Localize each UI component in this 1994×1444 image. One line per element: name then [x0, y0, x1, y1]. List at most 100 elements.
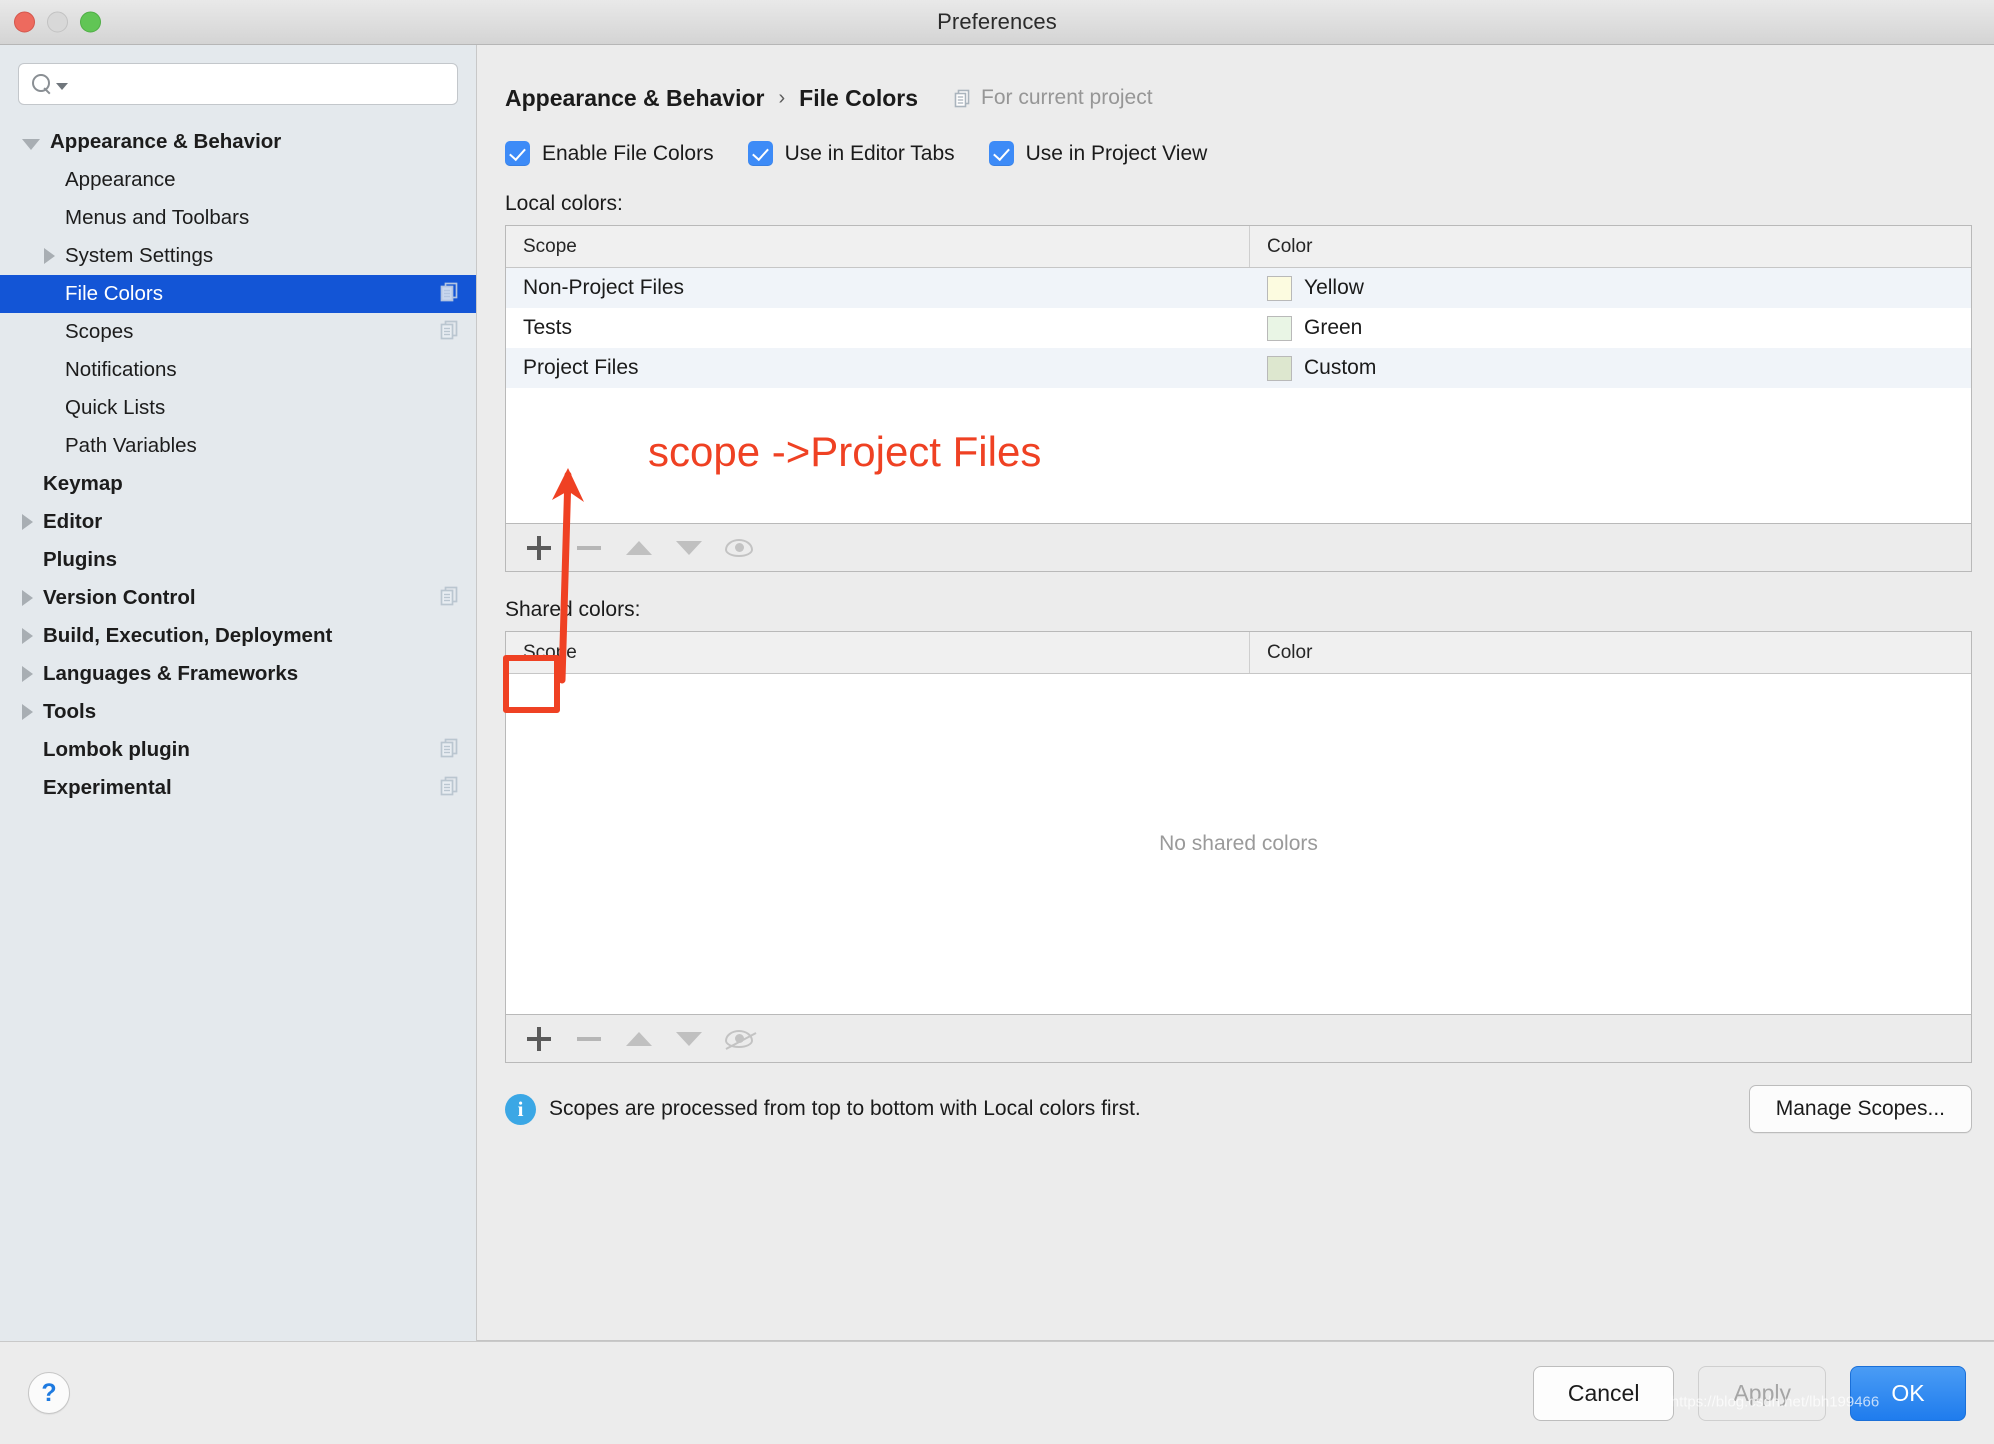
shared-column-header-color[interactable]: Color	[1250, 632, 1971, 673]
sidebar-item-lombok-plugin[interactable]: Lombok plugin	[0, 731, 476, 769]
sidebar-item-quick-lists[interactable]: Quick Lists	[0, 389, 476, 427]
copy-settings-button[interactable]	[438, 281, 460, 308]
chevron-right-icon[interactable]	[22, 666, 33, 682]
add-shared-color-button[interactable]	[514, 1016, 564, 1062]
add-icon	[527, 535, 551, 560]
copy-settings-button[interactable]	[438, 775, 460, 802]
remove-icon	[577, 1036, 601, 1041]
sidebar-item-system-settings[interactable]: System Settings	[0, 237, 476, 275]
checkbox-label: Use in Project View	[1025, 141, 1208, 165]
table-row[interactable]: Non-Project Files Yellow	[506, 268, 1971, 308]
cell-scope: Non-Project Files	[523, 276, 685, 299]
sidebar-item-label: Plugins	[43, 548, 118, 571]
local-colors-table: Scope Color Non-Project Files Yellow Tests…	[505, 225, 1972, 524]
copy-settings-button[interactable]	[438, 737, 460, 764]
chevron-right-icon[interactable]	[44, 248, 55, 264]
breadcrumb-parent[interactable]: Appearance & Behavior	[505, 85, 764, 112]
move-up-icon	[626, 540, 652, 555]
sidebar-item-label: System Settings	[65, 244, 214, 267]
search-box[interactable]	[18, 63, 458, 105]
copy-settings-icon	[440, 586, 458, 605]
sidebar-item-label: Build, Execution, Deployment	[43, 624, 333, 647]
sidebar-item-tools[interactable]: Tools	[0, 693, 476, 731]
file-colors-options: Enable File Colors Use in Editor Tabs Use …	[505, 141, 1972, 166]
minimize-window-button[interactable]	[47, 11, 68, 33]
copy-settings-button[interactable]	[438, 585, 460, 612]
cell-color: Yellow	[1250, 275, 1971, 301]
checkbox-use-in-editor-tabs[interactable]: Use in Editor Tabs	[747, 141, 955, 166]
sidebar-item-menus-and-toolbars[interactable]: Menus and Toolbars	[0, 199, 476, 237]
color-swatch	[1267, 275, 1292, 301]
chevron-down-icon[interactable]	[22, 138, 40, 150]
remove-local-color-button[interactable]	[564, 525, 614, 571]
table-row[interactable]: Project Files Custom	[506, 348, 1971, 388]
close-window-button[interactable]	[14, 11, 35, 33]
annotation-note: scope ->Project Files	[648, 428, 1042, 475]
sidebar-item-appearance[interactable]: Appearance	[0, 161, 476, 199]
sidebar-item-notifications[interactable]: Notifications	[0, 351, 476, 389]
sidebar-item-experimental[interactable]: Experimental	[0, 769, 476, 807]
sidebar-item-editor[interactable]: Editor	[0, 503, 476, 541]
settings-tree: Appearance & Behavior Appearance Menus and…	[0, 119, 476, 1341]
chevron-right-icon[interactable]	[22, 590, 33, 606]
shared-column-header-scope[interactable]: Scope	[506, 632, 1250, 673]
chevron-right-icon[interactable]	[22, 628, 33, 644]
sidebar-item-path-variables[interactable]: Path Variables	[0, 427, 476, 465]
checkbox-checked-icon[interactable]	[747, 141, 773, 166]
share-local-color-button[interactable]	[714, 525, 764, 571]
cell-scope: Project Files	[523, 356, 639, 379]
add-local-color-button[interactable]	[514, 525, 564, 571]
cancel-button[interactable]: Cancel	[1532, 1365, 1675, 1421]
sidebar-item-label: Quick Lists	[65, 396, 166, 419]
checkbox-use-in-project-view[interactable]: Use in Project View	[988, 141, 1208, 166]
move-shared-color-down-button[interactable]	[664, 1016, 714, 1062]
move-local-color-down-button[interactable]	[664, 525, 714, 571]
sidebar-item-languages-frameworks[interactable]: Languages & Frameworks	[0, 655, 476, 693]
sidebar-item-version-control[interactable]: Version Control	[0, 579, 476, 617]
search-icon	[31, 73, 53, 95]
sidebar-item-appearance-behavior[interactable]: Appearance & Behavior	[0, 123, 476, 161]
help-button[interactable]: ?	[28, 1372, 70, 1414]
window-controls	[14, 11, 101, 33]
chevron-down-icon[interactable]	[56, 82, 68, 90]
shared-colors-label: Shared colors:	[505, 598, 641, 621]
for-current-project-label: For current project	[981, 86, 1153, 109]
sidebar-item-file-colors[interactable]: File Colors	[0, 275, 476, 313]
checkbox-checked-icon[interactable]	[988, 141, 1014, 166]
checkbox-enable-file-colors[interactable]: Enable File Colors	[505, 141, 714, 166]
color-name: Yellow	[1304, 276, 1364, 299]
move-shared-color-up-button[interactable]	[614, 1016, 664, 1062]
color-swatch	[1267, 355, 1292, 381]
copy-settings-button[interactable]	[438, 319, 460, 346]
sidebar-item-scopes[interactable]: Scopes	[0, 313, 476, 351]
table-row[interactable]: Tests Green	[506, 308, 1971, 348]
maximize-window-button[interactable]	[80, 11, 101, 33]
sidebar-item-label: Menus and Toolbars	[65, 206, 250, 229]
sidebar-item-label: Editor	[43, 510, 103, 533]
column-header-scope[interactable]: Scope	[506, 226, 1250, 267]
checkbox-label: Use in Editor Tabs	[784, 141, 955, 165]
shared-colors-table-body: No shared colors	[506, 674, 1971, 1014]
checkbox-checked-icon[interactable]	[505, 141, 530, 166]
column-header-color[interactable]: Color	[1250, 226, 1971, 267]
manage-scopes-button[interactable]: Manage Scopes...	[1748, 1085, 1972, 1133]
move-local-color-up-button[interactable]	[614, 525, 664, 571]
unshare-shared-color-button[interactable]	[714, 1016, 764, 1062]
copy-settings-icon	[440, 320, 458, 339]
chevron-right-icon[interactable]	[22, 704, 33, 720]
sidebar-item-keymap[interactable]: Keymap	[0, 465, 476, 503]
sidebar-item-label: Keymap	[43, 472, 123, 495]
color-swatch	[1267, 315, 1292, 341]
sidebar-item-label: Path Variables	[65, 434, 197, 457]
sidebar-item-label: File Colors	[65, 282, 163, 305]
sidebar-item-build-execution-deployment[interactable]: Build, Execution, Deployment	[0, 617, 476, 655]
remove-shared-color-button[interactable]	[564, 1016, 614, 1062]
sidebar-item-plugins[interactable]: Plugins	[0, 541, 476, 579]
checkbox-label: Enable File Colors	[542, 141, 714, 165]
chevron-right-icon[interactable]	[22, 514, 33, 530]
remove-icon	[577, 545, 601, 550]
search-input[interactable]	[74, 74, 445, 94]
sidebar-item-label: Appearance & Behavior	[50, 130, 282, 153]
